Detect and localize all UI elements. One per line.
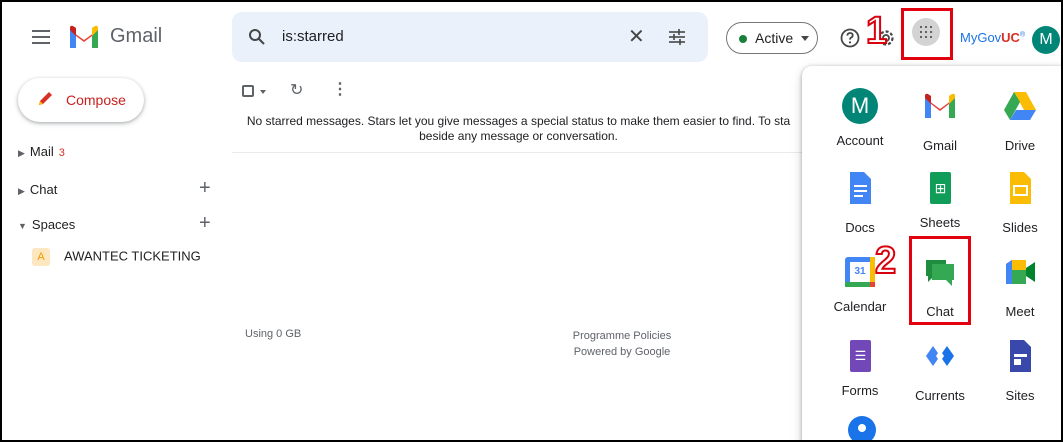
app-meet[interactable]: Meet <box>980 254 1060 319</box>
chat-app-highlight <box>909 236 971 325</box>
space-avatar-icon: A <box>32 248 50 266</box>
meet-icon <box>1006 260 1035 284</box>
select-options-caret-icon[interactable] <box>260 90 266 94</box>
compose-label: Compose <box>66 92 126 108</box>
top-bar: Gmail is:starred ✕ Active 1 MyGovUC® M <box>2 2 1061 76</box>
select-all-checkbox[interactable] <box>242 85 254 97</box>
mail-unread-count: 3 <box>58 147 65 159</box>
refresh-icon[interactable]: ↻ <box>290 80 303 100</box>
docs-icon <box>850 172 871 204</box>
active-status-dot-icon <box>739 35 747 43</box>
apps-button-highlight <box>901 8 953 60</box>
pencil-icon <box>39 92 52 105</box>
app-account[interactable]: M Account <box>820 88 900 148</box>
programme-policies-link[interactable]: Programme Policies <box>542 328 702 344</box>
app-label: Sites <box>1005 388 1035 403</box>
more-apps-partial-icon[interactable] <box>848 416 876 440</box>
status-dropdown[interactable]: Active <box>726 22 818 54</box>
gmail-logo-icon <box>70 25 98 48</box>
content-divider <box>232 152 805 153</box>
clear-search-icon[interactable]: ✕ <box>628 24 645 49</box>
forms-glyph: ☰ <box>850 340 871 372</box>
account-avatar[interactable]: M <box>1032 26 1060 54</box>
space-item-awantec-ticketing[interactable]: A AWANTEC TICKETING <box>32 248 201 266</box>
app-gmail[interactable]: Gmail <box>900 88 980 153</box>
screenshot-frame: Gmail is:starred ✕ Active 1 MyGovUC® M C… <box>0 0 1063 442</box>
status-label: Active <box>755 30 794 46</box>
storage-usage: Using 0 GB <box>245 328 302 340</box>
search-input[interactable]: is:starred <box>282 28 344 45</box>
app-drive[interactable]: Drive <box>980 88 1060 153</box>
search-icon[interactable] <box>248 28 266 46</box>
app-label: Drive <box>1004 138 1036 153</box>
empty-starred-message: No starred messages. Stars let you give … <box>232 114 805 144</box>
empty-message-line-1: No starred messages. Stars let you give … <box>246 114 791 128</box>
powered-by-google-text: Powered by Google <box>573 346 671 358</box>
search-bar[interactable]: is:starred ✕ <box>232 12 708 62</box>
app-sheets[interactable]: ⊞ Sheets <box>900 170 980 230</box>
more-options-icon[interactable]: ⋮ <box>332 79 348 99</box>
nav-item-chat[interactable]: ▶ Chat <box>18 182 57 197</box>
app-brand-name: Gmail <box>110 25 163 47</box>
app-docs[interactable]: Docs <box>820 170 900 235</box>
currents-icon <box>926 346 954 366</box>
search-options-icon[interactable] <box>668 28 686 46</box>
account-avatar-icon: M <box>842 88 878 124</box>
main-menu-button[interactable] <box>32 30 50 44</box>
account-letter: M <box>842 88 878 124</box>
app-label: Currents <box>915 388 965 403</box>
step-2-annotation: 2 <box>874 240 897 282</box>
chevron-right-icon: ▶ <box>18 186 25 196</box>
sites-icon <box>1010 340 1031 372</box>
mail-label: Mail <box>29 144 54 159</box>
org-name: MyGov <box>960 30 1002 45</box>
app-currents[interactable]: Currents <box>900 338 980 403</box>
app-slides[interactable]: Slides <box>980 170 1060 235</box>
chevron-down-icon: ▼ <box>18 221 27 231</box>
add-space-plus-icon[interactable]: + <box>199 212 211 235</box>
spaces-label: Spaces <box>31 217 76 232</box>
app-label: Meet <box>1005 304 1035 319</box>
empty-message-line-2: beside any message or conversation. <box>419 129 618 143</box>
drive-icon <box>1004 92 1036 120</box>
help-icon[interactable] <box>840 28 860 48</box>
chat-label: Chat <box>29 182 58 197</box>
nav-item-mail[interactable]: ▶ Mail 3 <box>18 144 65 159</box>
step-1-annotation: 1 <box>865 10 888 52</box>
chevron-right-icon: ▶ <box>18 148 25 158</box>
app-label: Gmail <box>923 138 957 153</box>
nav-item-spaces[interactable]: ▼ Spaces <box>18 217 75 232</box>
app-label: Slides <box>1002 220 1038 235</box>
gmail-icon <box>925 93 955 118</box>
footer-links: Programme Policies Powered by Google <box>542 328 702 360</box>
app-label: Account <box>836 133 884 148</box>
app-label: Forms <box>841 383 879 398</box>
compose-button[interactable]: Compose <box>18 78 144 122</box>
app-sites[interactable]: Sites <box>980 338 1060 403</box>
slides-icon <box>1010 172 1031 204</box>
app-forms[interactable]: ☰ Forms <box>820 338 900 398</box>
organization-logo: MyGovUC® <box>960 30 1026 45</box>
sheets-glyph: ⊞ <box>930 172 951 204</box>
org-suffix: UC <box>1001 30 1020 45</box>
space-name: AWANTEC TICKETING <box>64 248 201 264</box>
calendar-day: 31 <box>850 262 870 282</box>
app-label: Calendar <box>833 299 887 314</box>
chevron-down-icon <box>801 36 809 41</box>
calendar-icon: 31 <box>842 254 878 290</box>
app-label: Sheets <box>919 215 961 230</box>
app-label: Docs <box>845 220 875 235</box>
sheets-icon: ⊞ <box>922 170 958 206</box>
forms-icon: ☰ <box>842 338 878 374</box>
add-chat-plus-icon[interactable]: + <box>199 177 211 200</box>
